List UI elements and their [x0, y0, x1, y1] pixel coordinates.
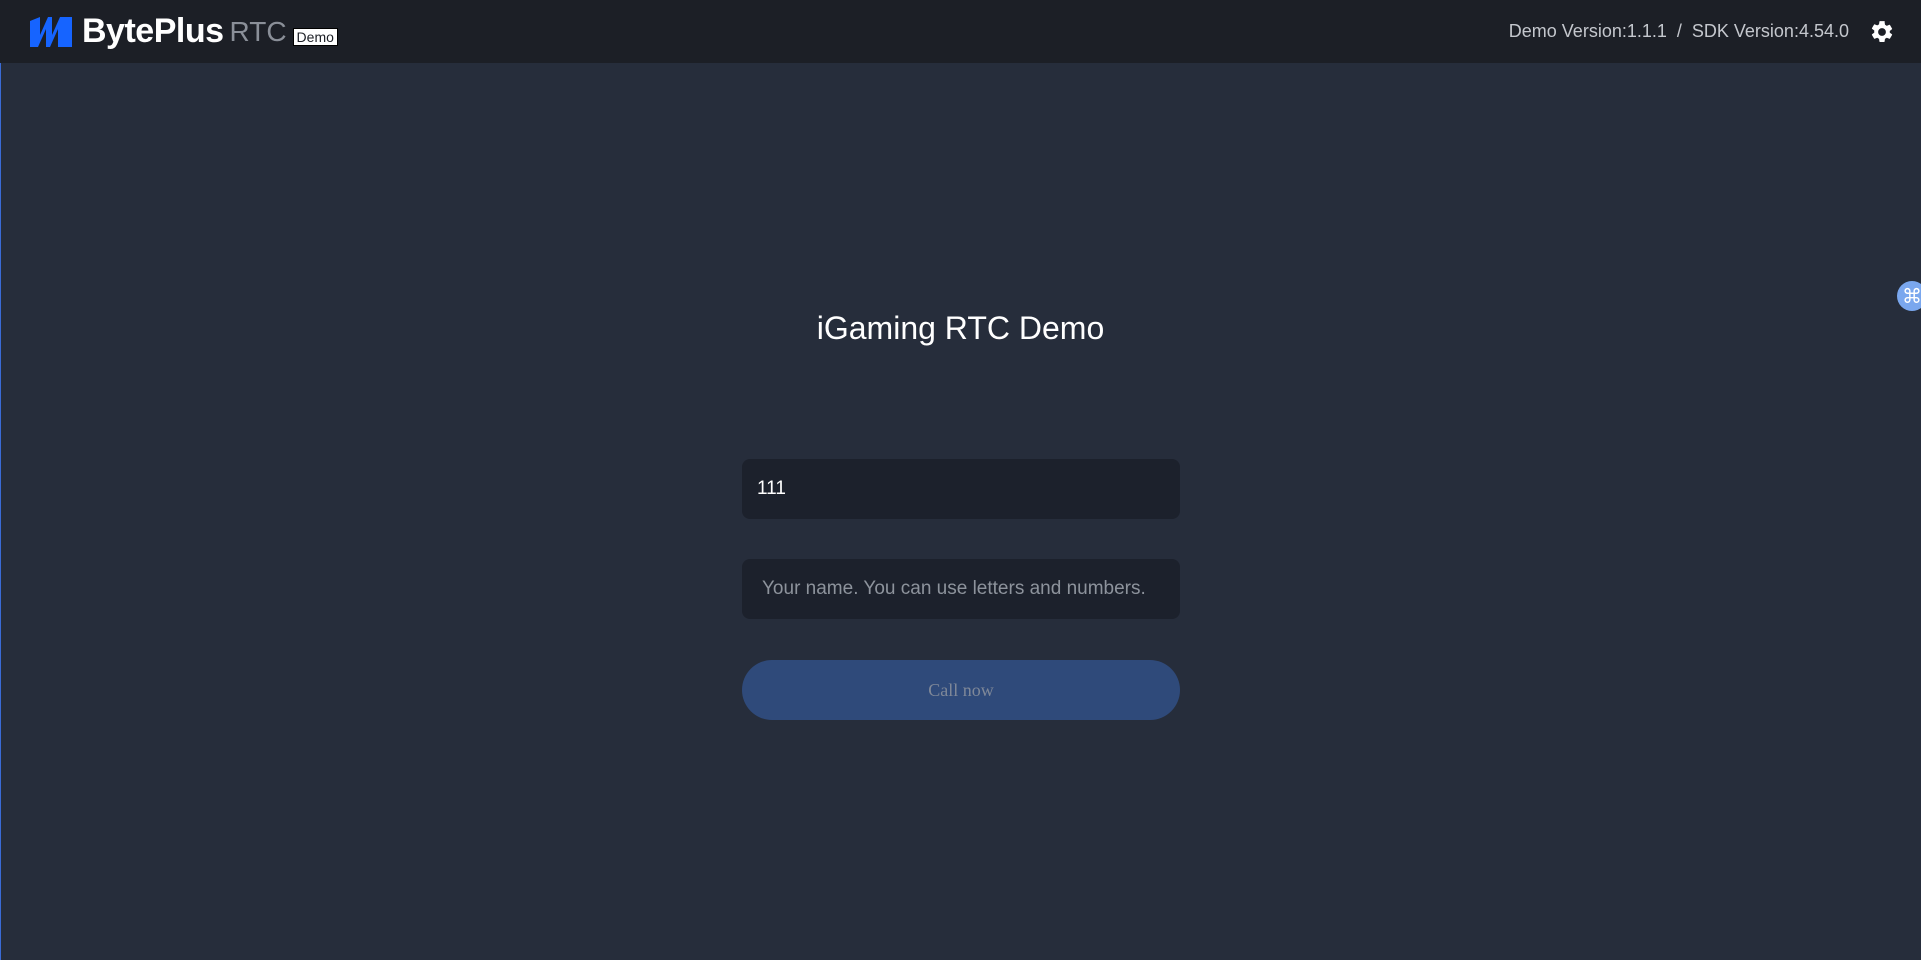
version-separator: / [1676, 21, 1682, 41]
command-icon[interactable]: ⌘ [1897, 281, 1921, 311]
room-id-input[interactable] [742, 459, 1180, 519]
left-edge-line [0, 63, 1, 960]
byteplus-logo-icon [30, 16, 72, 47]
gear-icon[interactable] [1869, 19, 1895, 45]
demo-version: Demo Version:1.1.1 [1508, 21, 1667, 41]
brand-name: BytePlus [82, 12, 224, 50]
version-info: Demo Version:1.1.1 / SDK Version:4.54.0 [1509, 19, 1895, 45]
call-now-button[interactable]: Call now [742, 660, 1180, 720]
brand-product: RTC [229, 15, 287, 47]
page-title: iGaming RTC Demo [816, 310, 1105, 346]
brand-logo: BytePlus RTC Demo [30, 12, 338, 51]
user-name-input[interactable] [742, 559, 1180, 619]
page: BytePlus RTC Demo Demo Version:1.1.1 / S… [0, 0, 1921, 960]
top-header: BytePlus RTC Demo Demo Version:1.1.1 / S… [0, 0, 1921, 63]
sdk-version: SDK Version:4.54.0 [1691, 21, 1849, 41]
brand-badge: Demo [292, 27, 338, 46]
